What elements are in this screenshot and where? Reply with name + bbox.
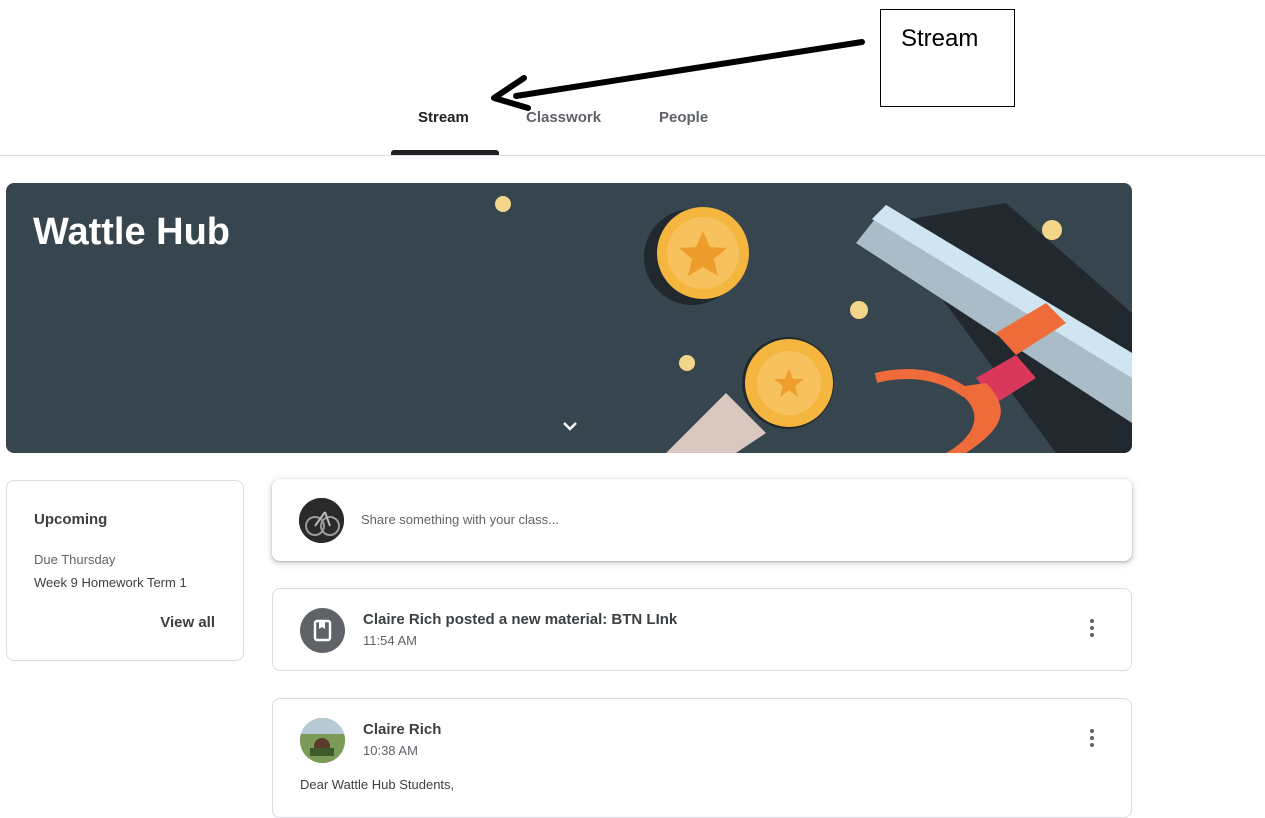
post-author[interactable]: Claire Rich xyxy=(363,721,441,738)
user-photo-icon xyxy=(299,498,344,543)
avatar xyxy=(300,718,345,763)
share-input[interactable]: Share something with your class... xyxy=(361,512,559,527)
avatar xyxy=(299,498,344,543)
post-timestamp: 11:54 AM xyxy=(363,633,417,648)
annotation-callout: Stream xyxy=(880,9,1015,107)
post-body: Dear Wattle Hub Students, xyxy=(300,777,455,792)
upcoming-assignment-link[interactable]: Week 9 Homework Term 1 xyxy=(34,575,187,590)
post-header[interactable]: Claire Rich posted a new material: BTN L… xyxy=(363,611,677,628)
user-photo-icon xyxy=(300,718,345,763)
annotation-arrow xyxy=(491,39,865,111)
annotation-label: Stream xyxy=(901,25,979,52)
share-box[interactable]: Share something with your class... xyxy=(272,479,1132,561)
view-all-button[interactable]: View all xyxy=(160,614,215,631)
class-banner: Wattle Hub xyxy=(6,183,1132,453)
more-options-icon[interactable] xyxy=(1087,619,1097,641)
chevron-down-icon[interactable] xyxy=(559,417,581,435)
upcoming-title: Upcoming xyxy=(34,511,108,528)
stream-post[interactable]: Claire Rich 10:38 AM Dear Wattle Hub Stu… xyxy=(272,698,1132,818)
upcoming-due-label: Due Thursday xyxy=(34,552,116,567)
material-book-icon xyxy=(300,608,345,653)
upcoming-card: Upcoming Due Thursday Week 9 Homework Te… xyxy=(6,480,244,661)
more-options-icon[interactable] xyxy=(1087,729,1097,751)
post-timestamp: 10:38 AM xyxy=(363,743,418,758)
class-title: Wattle Hub xyxy=(33,211,231,253)
stream-post[interactable]: Claire Rich posted a new material: BTN L… xyxy=(272,588,1132,671)
